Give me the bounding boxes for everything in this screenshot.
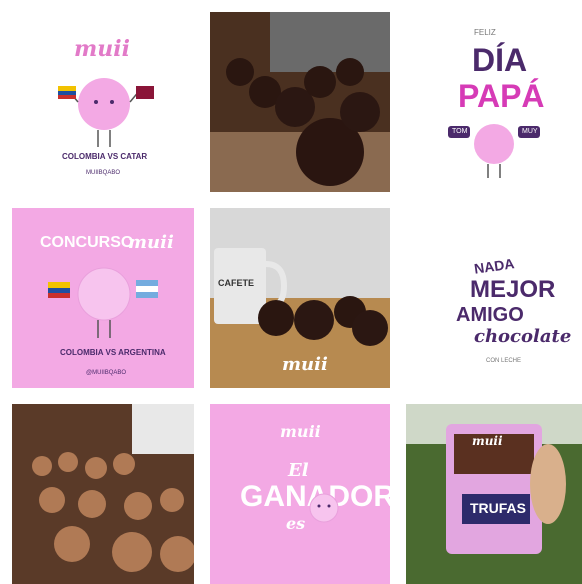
match-text: COLOMBIA VS CATAR <box>62 152 148 161</box>
mug-label: CAFETE <box>218 278 254 288</box>
tag-left: TOM <box>452 128 468 135</box>
nada-text: NADA <box>473 255 516 277</box>
image-grid: muii COLOMBIA VS CATAR MUIIBQABO FELIZ D… <box>0 0 582 584</box>
photo-truffles-rack[interactable] <box>12 404 194 584</box>
post-tile-colombia-catar[interactable]: muii COLOMBIA VS CATAR MUIIBQABO <box>12 12 194 192</box>
character-illustration <box>448 124 540 178</box>
amigo-text: AMIGO <box>456 304 524 326</box>
mejor-text: MEJOR <box>470 276 556 303</box>
character-illustration <box>309 493 339 523</box>
muii-logo: muii <box>282 354 328 375</box>
handle-text: @MUIIBQABO <box>86 370 127 376</box>
muii-logo: muii <box>74 36 130 62</box>
photo-mug-truffles[interactable]: CAFETE muii <box>210 208 390 388</box>
photo-trufas-package[interactable]: muii TRUFAS <box>406 404 582 584</box>
post-tile-mejor-amigo[interactable]: NADA MEJOR AMIGO chocolate CON LECHE <box>406 208 582 388</box>
package-product: TRUFAS <box>470 500 526 516</box>
character-illustration <box>48 267 158 338</box>
package-brand: muii <box>472 434 503 448</box>
post-tile-dia-papa[interactable]: FELIZ DÍA PAPÁ TOM MUY <box>406 12 582 192</box>
sub-text: CON LECHE <box>486 358 522 364</box>
tag-right: MUY <box>522 128 538 135</box>
post-tile-ganador[interactable]: muii El GANADOR es <box>210 404 390 584</box>
photo-truffles-tray[interactable] <box>210 12 390 192</box>
post-tile-concurso[interactable]: CONCURSO muii COLOMBIA VS ARGENTINA @MUI… <box>12 208 194 388</box>
package-photo <box>406 404 582 584</box>
chocolate-text: chocolate <box>474 326 572 347</box>
truffles-rack-photo <box>12 404 194 584</box>
truffles-photo <box>210 12 390 192</box>
handle-text: MUIIBQABO <box>86 170 121 176</box>
match-text: COLOMBIA VS ARGENTINA <box>60 348 166 357</box>
